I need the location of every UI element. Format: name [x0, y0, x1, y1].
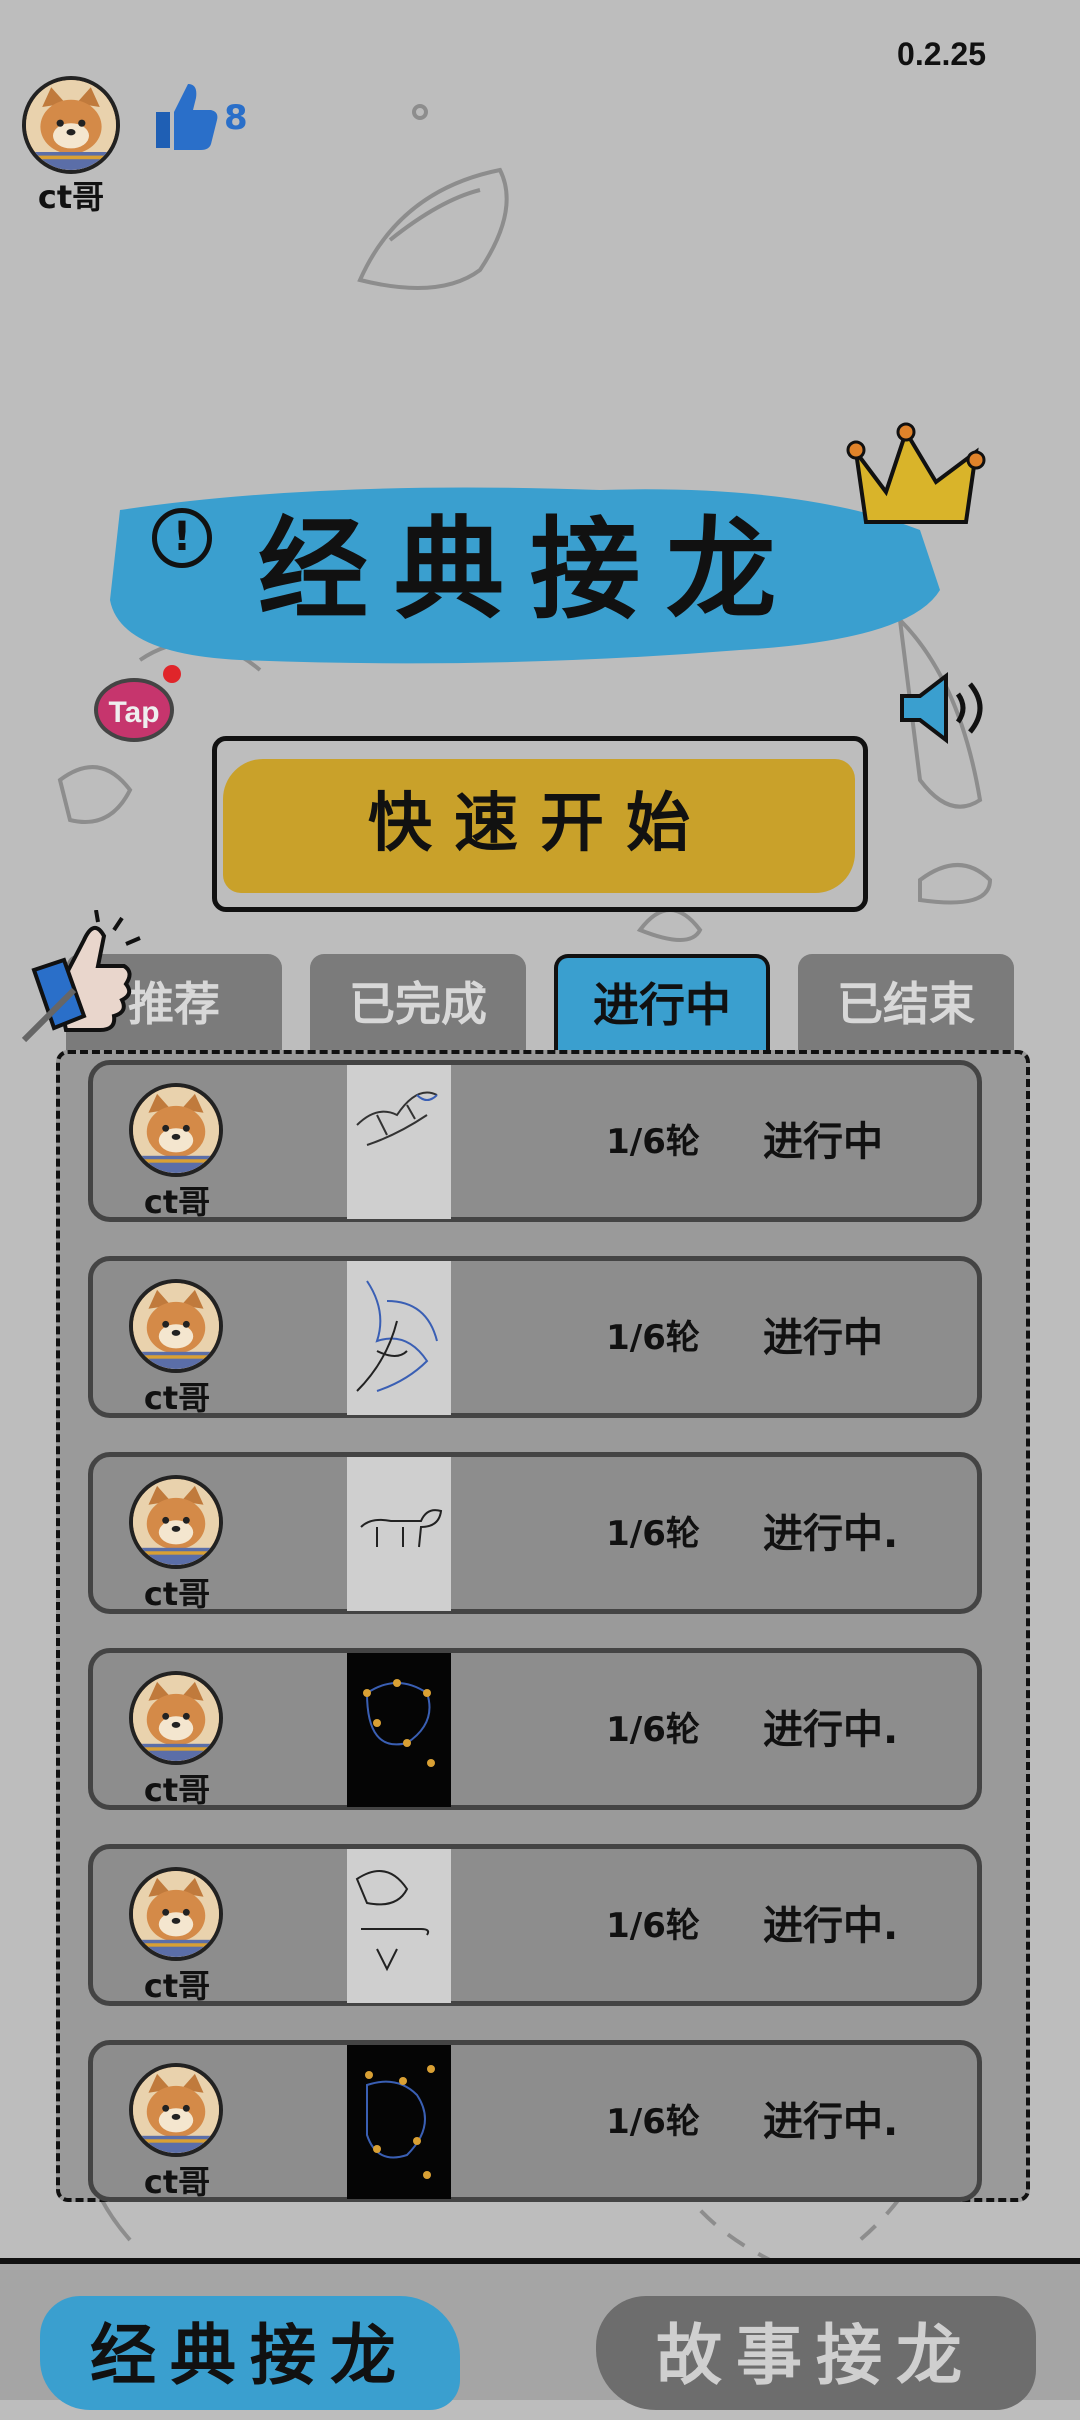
user-avatar[interactable]	[22, 76, 120, 174]
game-row[interactable]: ct哥 1/6轮 进行中.	[88, 1452, 982, 1614]
avatar-dog-icon	[133, 2067, 219, 2153]
row-user-name: ct哥	[143, 1183, 211, 1221]
row-user-name: ct哥	[143, 1575, 211, 1613]
drawing-thumbnail	[347, 1261, 451, 1415]
row-status: 进行中	[763, 1315, 883, 1361]
row-round: 1/6轮	[606, 1514, 700, 1554]
nav-classic-relay[interactable]: 经典接龙	[40, 2290, 460, 2410]
row-avatar	[129, 2063, 223, 2157]
row-status: 进行中.	[763, 1707, 899, 1753]
nav-classic-label: 经典接龙	[90, 2316, 410, 2394]
row-user-name: ct哥	[143, 1967, 211, 2005]
game-row[interactable]: ct哥 1/6轮 进行中	[88, 1256, 982, 1418]
row-user-name: ct哥	[143, 1379, 211, 1417]
row-user-name: ct哥	[143, 1771, 211, 1809]
row-avatar	[129, 1083, 223, 1177]
page-title: 经典接龙	[258, 505, 802, 634]
row-avatar	[129, 1671, 223, 1765]
tab-in-progress[interactable]: 进行中	[554, 954, 770, 1052]
quick-start-label: 快速开始	[368, 786, 712, 861]
row-avatar	[129, 1475, 223, 1569]
row-status: 进行中.	[763, 2099, 899, 2145]
row-round: 1/6轮	[606, 1710, 700, 1750]
game-row[interactable]: ct哥 1/6轮 进行中	[88, 1060, 982, 1222]
row-status: 进行中	[763, 1119, 883, 1165]
crown-icon	[846, 422, 986, 524]
version-label: 0.2.25	[897, 36, 986, 72]
tab-ended[interactable]: 已结束	[798, 954, 1014, 1052]
row-round: 1/6轮	[606, 2102, 700, 2142]
tab-completed[interactable]: 已完成	[310, 954, 526, 1052]
avatar-dog-icon	[133, 1283, 219, 1369]
game-row[interactable]: ct哥 1/6轮 进行中.	[88, 1648, 982, 1810]
speaker-icon[interactable]	[896, 668, 992, 748]
row-round: 1/6轮	[606, 1318, 700, 1358]
tap-badge-icon: Tap	[94, 665, 181, 742]
row-avatar	[129, 1279, 223, 1373]
avatar-dog-icon	[133, 1087, 219, 1173]
drawing-thumbnail	[347, 1457, 451, 1611]
avatar-dog-icon	[26, 80, 116, 170]
user-name: ct哥	[37, 178, 105, 216]
drawing-thumbnail	[347, 1065, 451, 1219]
quick-start-button[interactable]: 快速开始	[212, 736, 868, 912]
svg-text:Tap: Tap	[108, 696, 159, 729]
avatar-dog-icon	[133, 1675, 219, 1761]
row-status: 进行中.	[763, 1903, 899, 1949]
game-row[interactable]: ct哥 1/6轮 进行中.	[88, 1844, 982, 2006]
drawing-thumbnail	[347, 2045, 451, 2199]
nav-story-relay[interactable]: 故事接龙	[596, 2290, 1036, 2410]
like-count: 8	[224, 98, 248, 138]
row-round: 1/6轮	[606, 1122, 700, 1162]
row-status: 进行中.	[763, 1511, 899, 1557]
nav-story-label: 故事接龙	[656, 2316, 976, 2394]
drawing-thumbnail	[347, 1849, 451, 2003]
row-avatar	[129, 1867, 223, 1961]
drawing-thumbnail	[347, 1653, 451, 1807]
game-row[interactable]: ct哥 1/6轮 进行中.	[88, 2040, 982, 2202]
avatar-dog-icon	[133, 1479, 219, 1565]
row-round: 1/6轮	[606, 1906, 700, 1946]
pointing-hand-icon	[21, 910, 141, 1043]
avatar-dog-icon	[133, 1871, 219, 1957]
thumbs-up-icon[interactable]	[150, 78, 220, 152]
row-user-name: ct哥	[143, 2163, 211, 2201]
